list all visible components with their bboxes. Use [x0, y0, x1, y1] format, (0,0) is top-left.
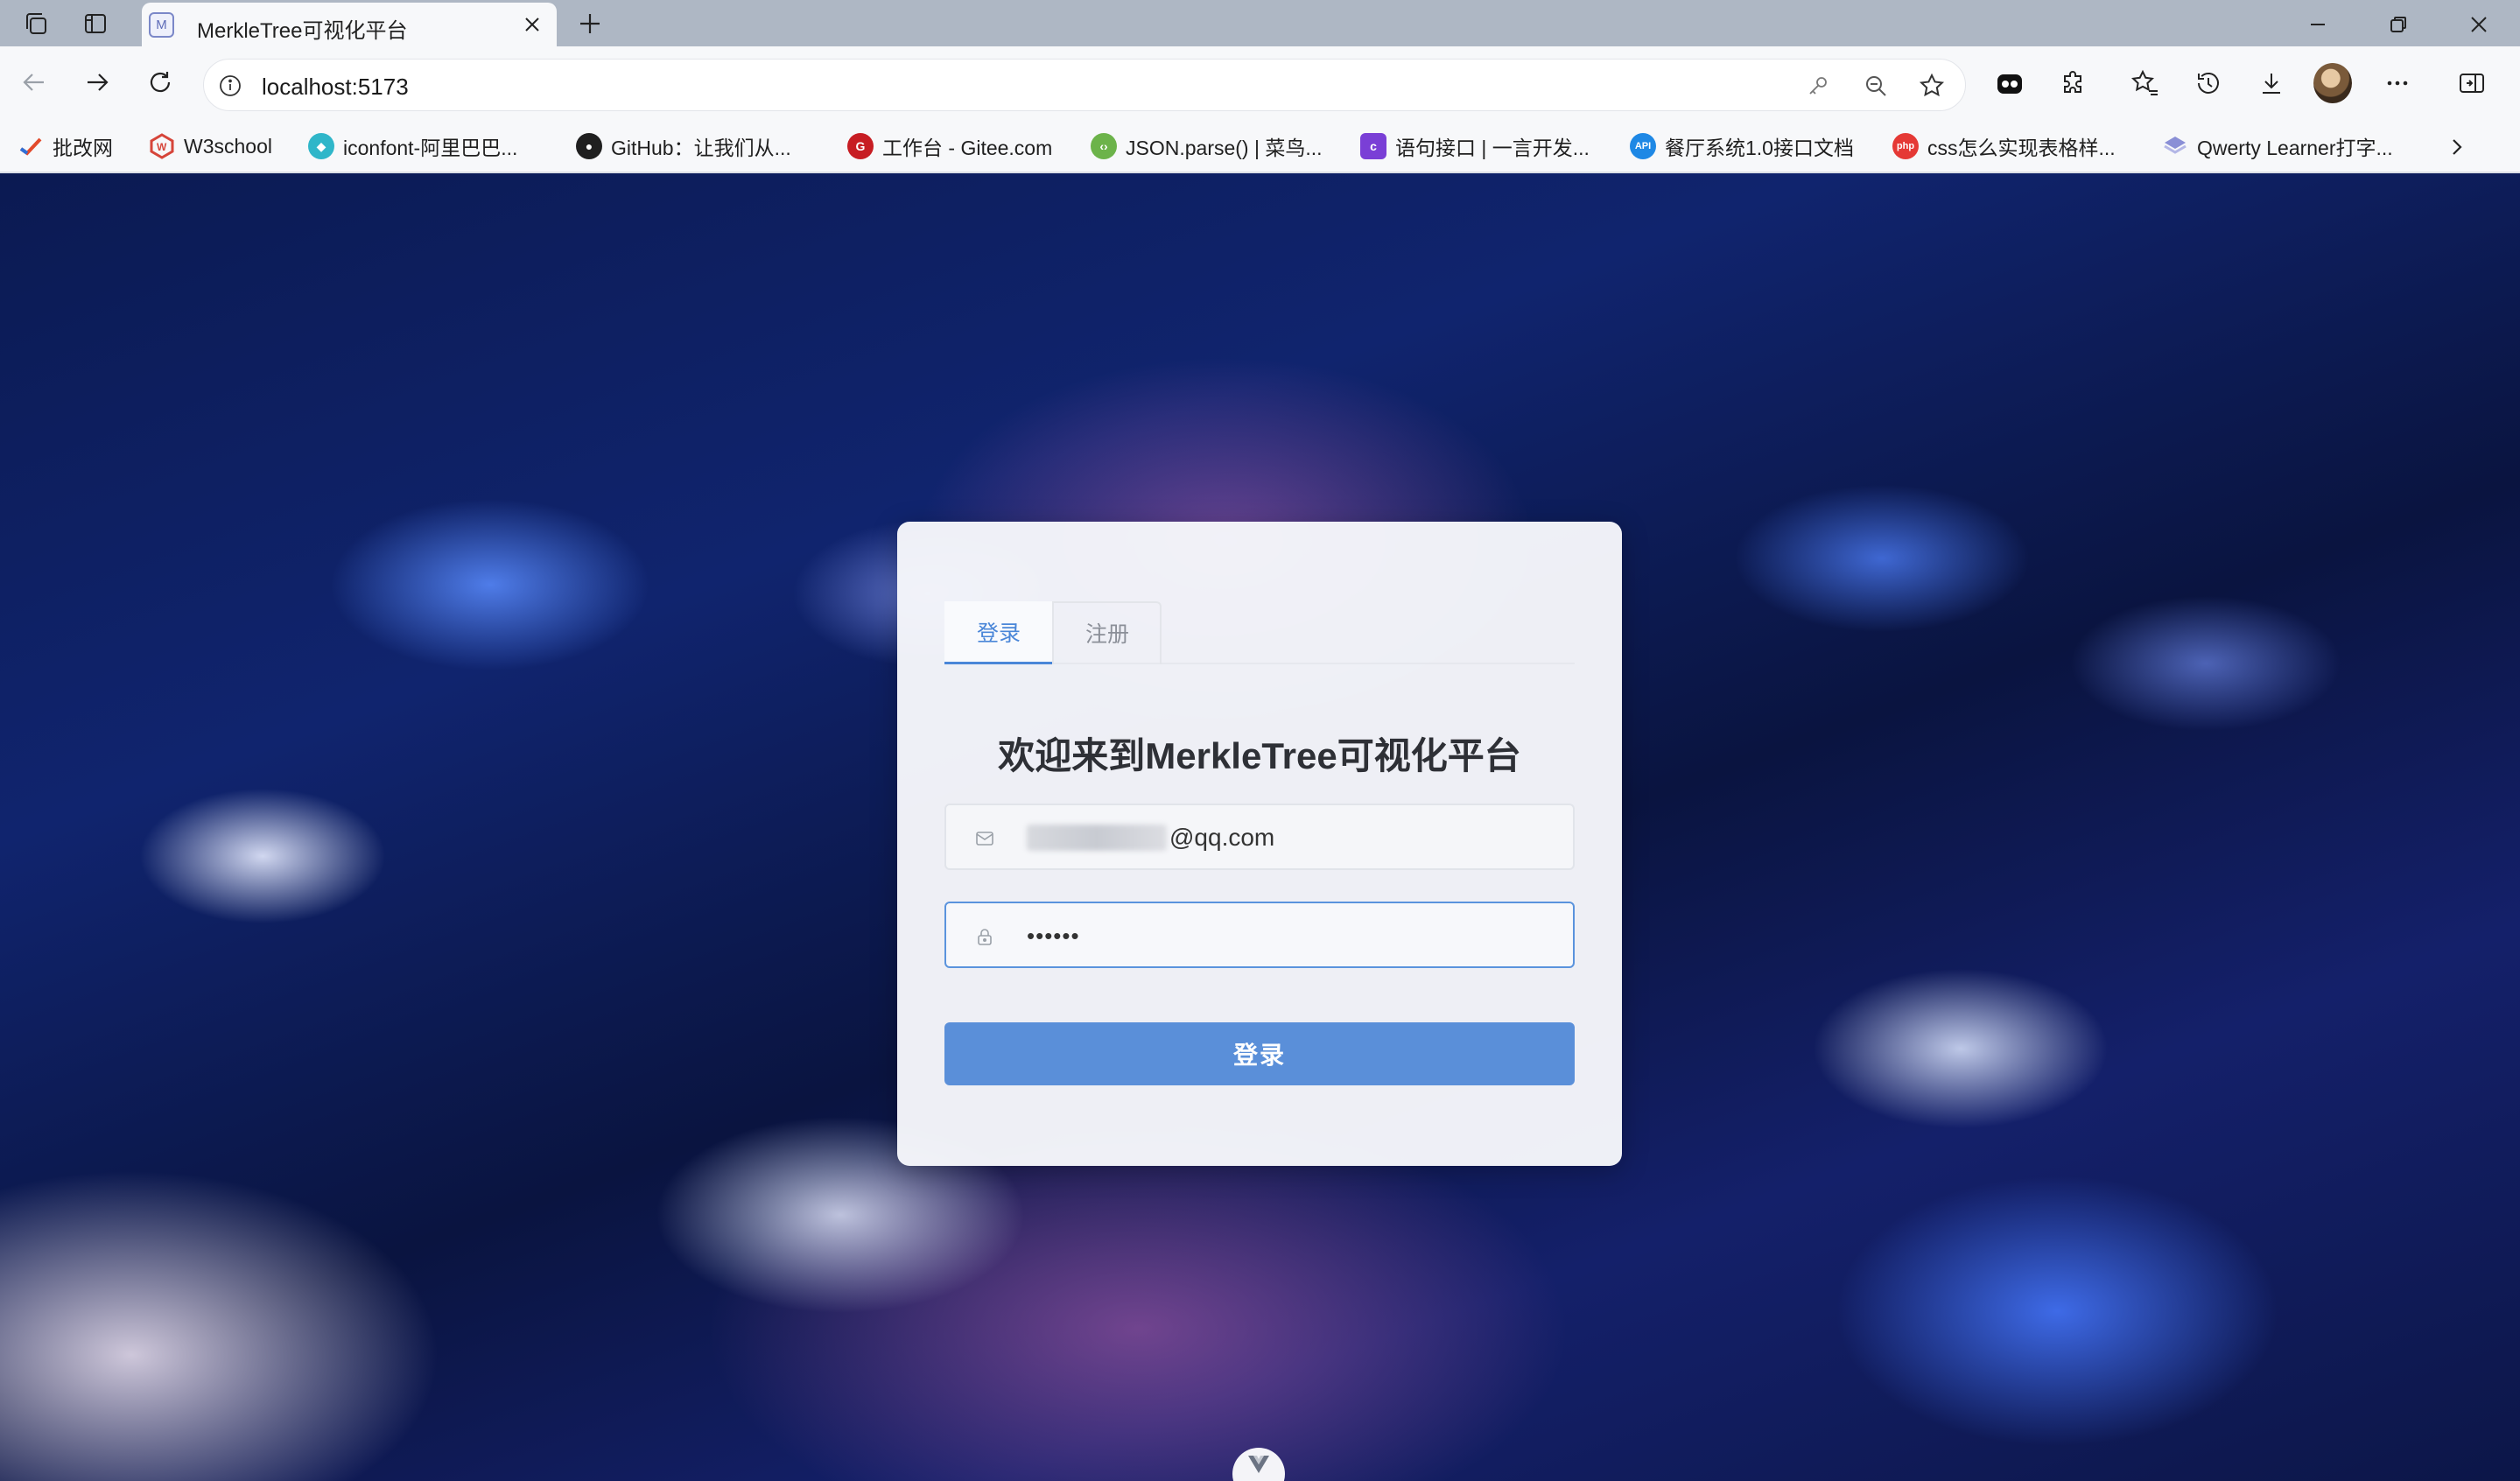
tab-title: MerkleTree可视化平台 [197, 19, 408, 43]
bookmark-label: Qwerty Learner打字... [2197, 137, 2393, 159]
lock-icon [972, 924, 997, 949]
chevron-right-icon[interactable] [2442, 132, 2472, 162]
more-options-icon[interactable] [2378, 64, 2417, 102]
w3school-icon: W [149, 133, 175, 159]
history-icon[interactable] [2189, 64, 2228, 102]
restore-icon[interactable] [2383, 9, 2414, 40]
workspaces-icon[interactable] [19, 7, 53, 40]
bookmark-label: GitHub：让我们从... [611, 137, 791, 159]
bookmark-label: W3school [184, 134, 272, 158]
bookmark-item[interactable]: ● GitHub：让我们从... [576, 130, 791, 162]
runoob-icon: ‹› [1091, 133, 1117, 159]
bookmark-item[interactable]: W W3school [149, 130, 272, 162]
password-key-icon[interactable] [1802, 70, 1834, 102]
url-text: localhost:5173 [262, 74, 409, 100]
sidebar-toggle-icon[interactable] [2453, 64, 2491, 102]
bookmark-label: JSON.parse() | 菜鸟... [1126, 137, 1323, 159]
reload-icon[interactable] [142, 64, 179, 101]
forward-icon[interactable] [79, 64, 116, 101]
pigai-icon [18, 133, 44, 159]
svg-text:W: W [157, 141, 167, 153]
extensions-puzzle-icon[interactable] [2054, 64, 2093, 102]
bookmark-item[interactable]: API 餐厅系统1.0接口文档 [1630, 130, 1854, 162]
welcome-title: 欢迎来到MerkleTree可视化平台 [998, 735, 1521, 776]
back-icon[interactable] [16, 64, 53, 101]
github-icon: ● [576, 133, 602, 159]
bookmark-item[interactable]: 批改网 [18, 130, 113, 162]
bookmark-item[interactable]: ◆ iconfont-阿里巴巴... [308, 130, 517, 162]
password-field[interactable] [944, 902, 1575, 968]
close-tab-icon[interactable] [520, 12, 544, 37]
auth-tabs: 登录 注册 [944, 601, 1575, 664]
mail-icon [972, 826, 997, 851]
close-window-icon[interactable] [2463, 9, 2495, 40]
vue-devtools-icon[interactable] [1232, 1448, 1285, 1481]
favorites-icon[interactable] [2126, 64, 2165, 102]
favorite-star-icon[interactable] [1916, 70, 1948, 102]
email-input[interactable] [1169, 818, 1537, 858]
bookmark-label: 工作台 - Gitee.com [882, 137, 1053, 159]
extension-app-icon[interactable] [1990, 64, 2029, 102]
login-card: 登录 注册 欢迎来到MerkleTree可视化平台 登录 [897, 522, 1622, 1166]
tab-register[interactable]: 注册 [1053, 601, 1162, 664]
bookmark-label: 批改网 [53, 137, 113, 159]
downloads-icon[interactable] [2252, 64, 2291, 102]
api-icon: API [1630, 133, 1656, 159]
bookmark-label: css怎么实现表格样... [1927, 137, 2116, 159]
iconfont-icon: ◆ [308, 133, 334, 159]
bookmark-item[interactable]: G 工作台 - Gitee.com [847, 130, 1052, 162]
bookmark-label: 语句接口 | 一言开发... [1395, 137, 1590, 159]
browser-tab-bar: M MerkleTree可视化平台 [0, 0, 2520, 46]
bookmark-item[interactable]: ‹› JSON.parse() | 菜鸟... [1091, 130, 1323, 162]
minimize-icon[interactable] [2302, 9, 2334, 40]
profile-avatar-icon[interactable] [2313, 63, 2352, 103]
address-bar[interactable]: localhost:5173 [203, 59, 1966, 111]
login-submit-button[interactable]: 登录 [944, 1022, 1575, 1085]
vertical-tabs-icon[interactable] [79, 7, 112, 40]
php-icon: php [1892, 133, 1919, 159]
bookmark-label: 餐厅系统1.0接口文档 [1665, 137, 1854, 159]
new-tab-icon[interactable] [573, 7, 607, 40]
browser-tab-active[interactable]: M MerkleTree可视化平台 [142, 3, 557, 46]
tab-favicon: M [149, 12, 174, 38]
tab-login[interactable]: 登录 [944, 601, 1053, 664]
zoom-out-icon[interactable] [1860, 70, 1892, 102]
gitee-icon: G [847, 133, 874, 159]
bookmark-item[interactable]: Qwerty Learner打字... [2162, 130, 2393, 162]
redacted-email-prefix [1027, 825, 1167, 851]
bookmarks-bar: 批改网 W W3school ◆ iconfont-阿里巴巴... ● GitH… [0, 120, 2520, 172]
bookmark-label: iconfont-阿里巴巴... [343, 137, 518, 159]
site-info-icon[interactable] [216, 72, 244, 100]
email-field[interactable] [944, 804, 1575, 870]
bookmark-item[interactable]: c 语句接口 | 一言开发... [1360, 130, 1590, 162]
password-input[interactable] [1027, 916, 1552, 956]
page-background: 登录 注册 欢迎来到MerkleTree可视化平台 登录 [0, 173, 2520, 1481]
qwerty-icon [2162, 133, 2188, 159]
bookmark-item[interactable]: php css怎么实现表格样... [1892, 130, 2116, 162]
hitokoto-icon: c [1360, 133, 1386, 159]
